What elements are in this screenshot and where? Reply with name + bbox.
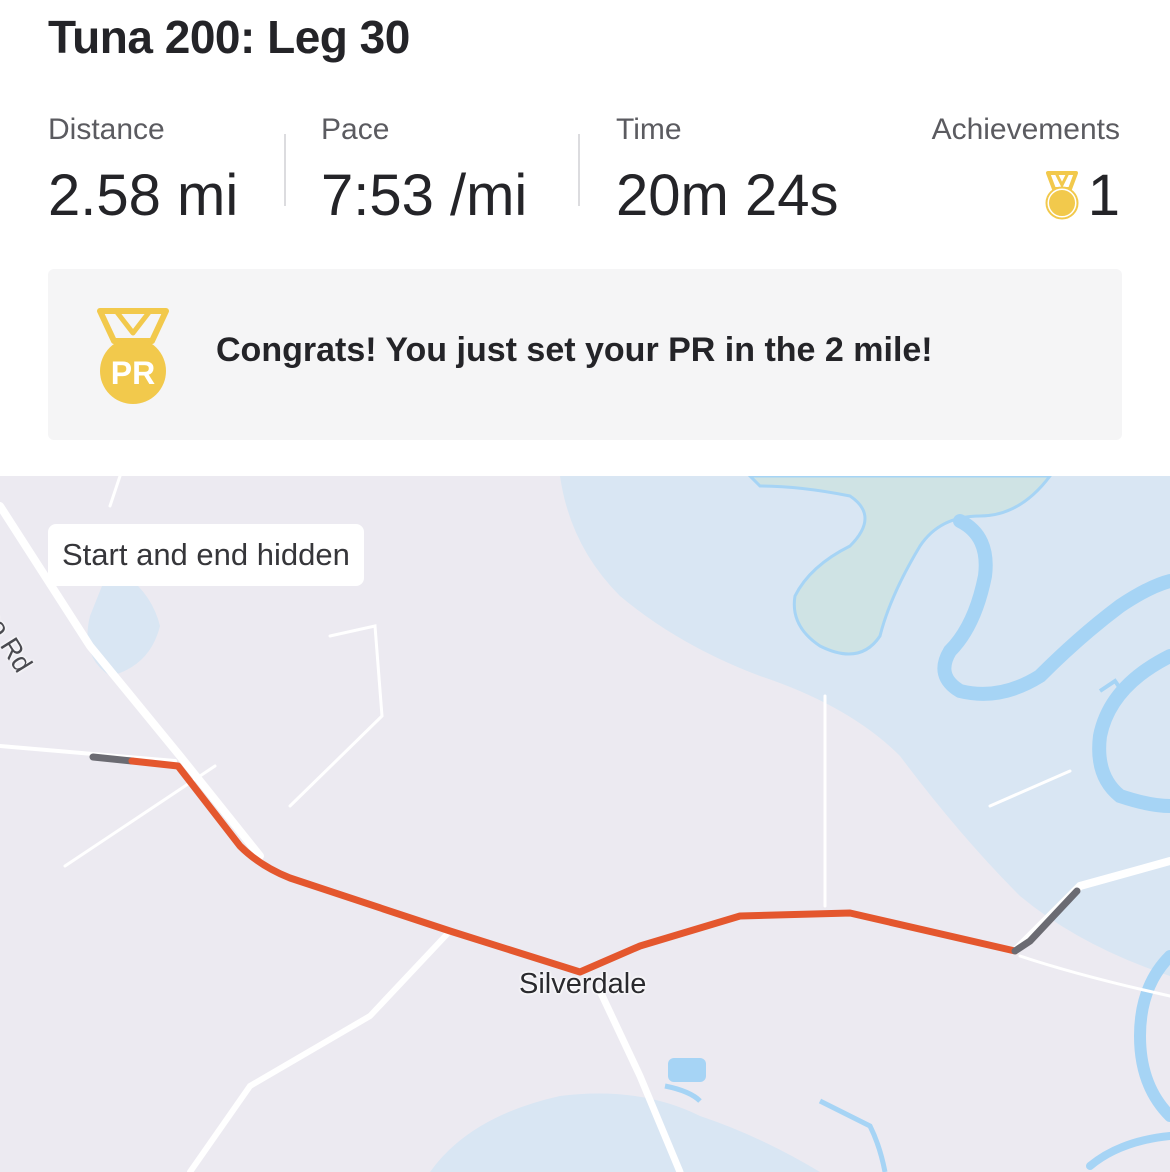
medal-icon — [1045, 170, 1079, 219]
distance-value: 2.58 mi — [48, 163, 239, 228]
route-line — [128, 757, 1019, 976]
route-map[interactable]: nsboro Rd Start and end hidden Silverdal… — [0, 476, 1170, 1172]
time-value: 20m 24s — [616, 163, 839, 228]
pr-medal-icon: PR — [97, 308, 169, 404]
privacy-pill: Start and end hidden — [48, 524, 364, 586]
pace-value: 7:53 /mi — [321, 163, 528, 228]
town-label: Silverdale — [519, 968, 647, 1000]
pr-banner[interactable]: PR Congrats! You just set your PR in the… — [48, 269, 1122, 440]
stats-row: Distance 2.58 mi Pace 7:53 /mi Time 20m … — [0, 0, 1170, 240]
pr-badge-text: PR — [111, 355, 155, 391]
stat-divider — [578, 134, 580, 206]
stat-divider — [284, 134, 286, 206]
time-label: Time — [616, 113, 682, 146]
pr-message: Congrats! You just set your PR in the 2 … — [216, 331, 933, 369]
achievements-button[interactable]: 1 — [1042, 162, 1120, 229]
achievements-count: 1 — [1087, 163, 1120, 228]
distance-label: Distance — [48, 113, 165, 146]
pace-label: Pace — [321, 113, 390, 146]
achievements-label: Achievements — [931, 113, 1120, 146]
